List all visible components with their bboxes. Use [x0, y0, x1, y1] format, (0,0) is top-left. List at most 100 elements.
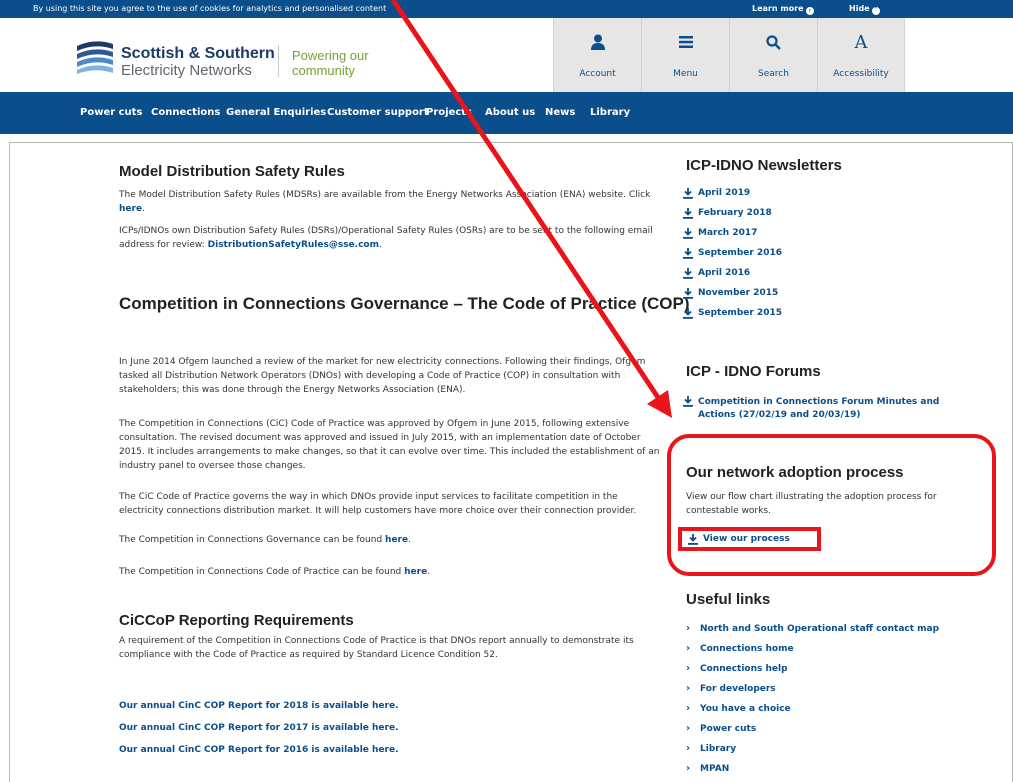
chevron-right-icon: ›	[686, 643, 691, 654]
chevron-right-icon: ›	[686, 663, 691, 674]
report-2016-link[interactable]: Our annual CinC COP Report for 2016 is a…	[119, 745, 399, 755]
report-2017-link[interactable]: Our annual CinC COP Report for 2017 is a…	[119, 723, 399, 733]
nav-item-connections[interactable]: Connections	[151, 107, 220, 118]
chevron-right-icon: ›	[686, 683, 691, 694]
nav-item-news[interactable]: News	[545, 107, 575, 118]
cic-text-5: The Competition in Connections Code of P…	[119, 567, 402, 577]
download-icon	[683, 288, 693, 299]
mdsr-paragraph-2: ICPs/IDNOs own Distribution Safety Rules…	[119, 226, 653, 250]
forum-line-1: Competition in Connections Forum Minutes…	[698, 397, 940, 407]
chevron-right-icon: ›	[686, 703, 691, 714]
cic-paragraph-2: The Competition in Connections (CiC) Cod…	[119, 419, 660, 471]
cookie-bar: By using this site you agree to the use …	[0, 0, 1013, 18]
mdsr-heading: Model Distribution Safety Rules	[119, 163, 345, 180]
cookie-notice-text: By using this site you agree to the use …	[33, 4, 387, 13]
newsletter-label: March 2017	[698, 228, 758, 238]
cic-paragraph-3: The CiC Code of Practice governs the way…	[119, 492, 637, 516]
annotation-link-box	[678, 527, 821, 551]
chevron-up-icon: ˄	[871, 7, 880, 15]
chevron-right-icon: ›	[686, 763, 691, 774]
newsletter-label: September 2015	[698, 308, 782, 318]
reporting-paragraph: A requirement of the Competition in Conn…	[119, 636, 634, 660]
mdsr-here-link[interactable]: here	[119, 204, 142, 214]
learn-more-label: Learn more	[752, 4, 804, 13]
newsletter-label: September 2016	[698, 248, 782, 258]
accessibility-button[interactable]: A Accessibility	[817, 18, 905, 92]
reporting-heading: CiCCoP Reporting Requirements	[119, 612, 354, 629]
useful-link-label: Library	[700, 744, 737, 754]
forums-heading: ICP - IDNO Forums	[686, 363, 821, 380]
useful-link-label: Power cuts	[700, 724, 757, 734]
mdsr-paragraph-1: The Model Distribution Safety Rules (MDS…	[119, 190, 651, 214]
brand-name: Scottish & Southern	[121, 45, 275, 62]
chevron-right-icon: ›	[686, 723, 691, 734]
accessibility-label: Accessibility	[833, 69, 889, 79]
newsletter-label: April 2016	[698, 268, 751, 278]
chevron-right-icon: ›	[686, 743, 691, 754]
chevron-right-icon: ›	[805, 7, 814, 15]
download-icon	[683, 308, 693, 319]
cic-heading: Competition in Connections Governance – …	[119, 294, 690, 313]
useful-link-label: MPAN	[700, 764, 730, 774]
hide-label: Hide	[849, 4, 870, 13]
forum-minutes-link[interactable]: Competition in Connections Forum Minutes…	[683, 396, 939, 424]
dsr-email-link[interactable]: DistributionSafetyRules@sse.com	[208, 240, 379, 250]
governance-here-link[interactable]: here	[385, 535, 408, 545]
mdsr-text-1: The Model Distribution Safety Rules (MDS…	[119, 190, 651, 200]
nav-underline	[0, 132, 1013, 134]
report-2018-link[interactable]: Our annual CinC COP Report for 2018 is a…	[119, 701, 399, 711]
brand-subname: Electricity Networks	[121, 62, 252, 79]
newsletters-heading: ICP-IDNO Newsletters	[686, 157, 842, 174]
menu-button[interactable]: Menu	[641, 18, 729, 92]
cop-here-link[interactable]: here	[404, 567, 427, 577]
account-button[interactable]: Account	[553, 18, 641, 92]
menu-label: Menu	[673, 69, 698, 79]
hide-cookie-button[interactable]: Hide ˄	[849, 4, 880, 15]
download-icon	[683, 188, 693, 199]
search-button[interactable]: Search	[729, 18, 817, 92]
main-nav: Power cuts Connections General Enquiries…	[0, 92, 1013, 132]
forum-line-2: Actions (27/02/19 and 20/03/19)	[698, 410, 861, 420]
cic-paragraph-5: The Competition in Connections Code of P…	[119, 567, 431, 577]
cic-text-4: The Competition in Connections Governanc…	[119, 535, 383, 545]
useful-link-label: North and South Operational staff contac…	[700, 624, 940, 634]
cic-paragraph-1: In June 2014 Ofgem launched a review of …	[119, 357, 646, 395]
tagline-line-1: Powering our	[292, 48, 369, 63]
learn-more-link[interactable]: Learn more ›	[752, 4, 814, 15]
person-icon	[590, 34, 605, 50]
download-icon	[683, 208, 693, 219]
useful-links-heading: Useful links	[686, 591, 771, 608]
useful-link-label: For developers	[700, 684, 776, 694]
ssen-logo-icon[interactable]	[75, 40, 115, 74]
download-icon	[683, 268, 693, 279]
useful-link-label: Connections home	[700, 644, 794, 654]
forum-minutes-label: Competition in Connections Forum Minutes…	[698, 396, 939, 422]
menu-icon	[678, 36, 693, 48]
tagline: Powering our community	[292, 48, 369, 78]
cic-paragraph-4: The Competition in Connections Governanc…	[119, 535, 411, 545]
newsletter-label: November 2015	[698, 288, 779, 298]
site-header: Scottish & Southern Electricity Networks…	[0, 18, 1013, 92]
newsletter-label: April 2019	[698, 188, 751, 198]
account-label: Account	[579, 69, 616, 79]
download-icon	[683, 248, 693, 259]
download-icon	[683, 228, 693, 239]
useful-link-label: Connections help	[700, 664, 788, 674]
chevron-right-icon: ›	[686, 623, 691, 634]
useful-link-label: You have a choice	[700, 704, 791, 714]
nav-item-power-cuts[interactable]: Power cuts	[80, 107, 142, 118]
nav-item-about-us[interactable]: About us	[485, 107, 535, 118]
nav-item-general-enquiries[interactable]: General Enquiries	[226, 107, 326, 118]
header-divider	[278, 45, 279, 77]
nav-item-library[interactable]: Library	[590, 107, 630, 118]
search-label: Search	[758, 69, 789, 79]
search-icon	[766, 34, 781, 50]
tagline-line-2: community	[292, 63, 355, 78]
annotation-highlight-box	[667, 434, 996, 576]
nav-item-projects[interactable]: Projects	[426, 107, 472, 118]
nav-item-customer-support[interactable]: Customer support	[327, 107, 429, 118]
mdsr-text-2: ICPs/IDNOs own Distribution Safety Rules…	[119, 226, 653, 250]
accessibility-icon: A	[854, 31, 868, 53]
download-icon	[683, 396, 693, 407]
newsletter-label: February 2018	[698, 208, 772, 218]
